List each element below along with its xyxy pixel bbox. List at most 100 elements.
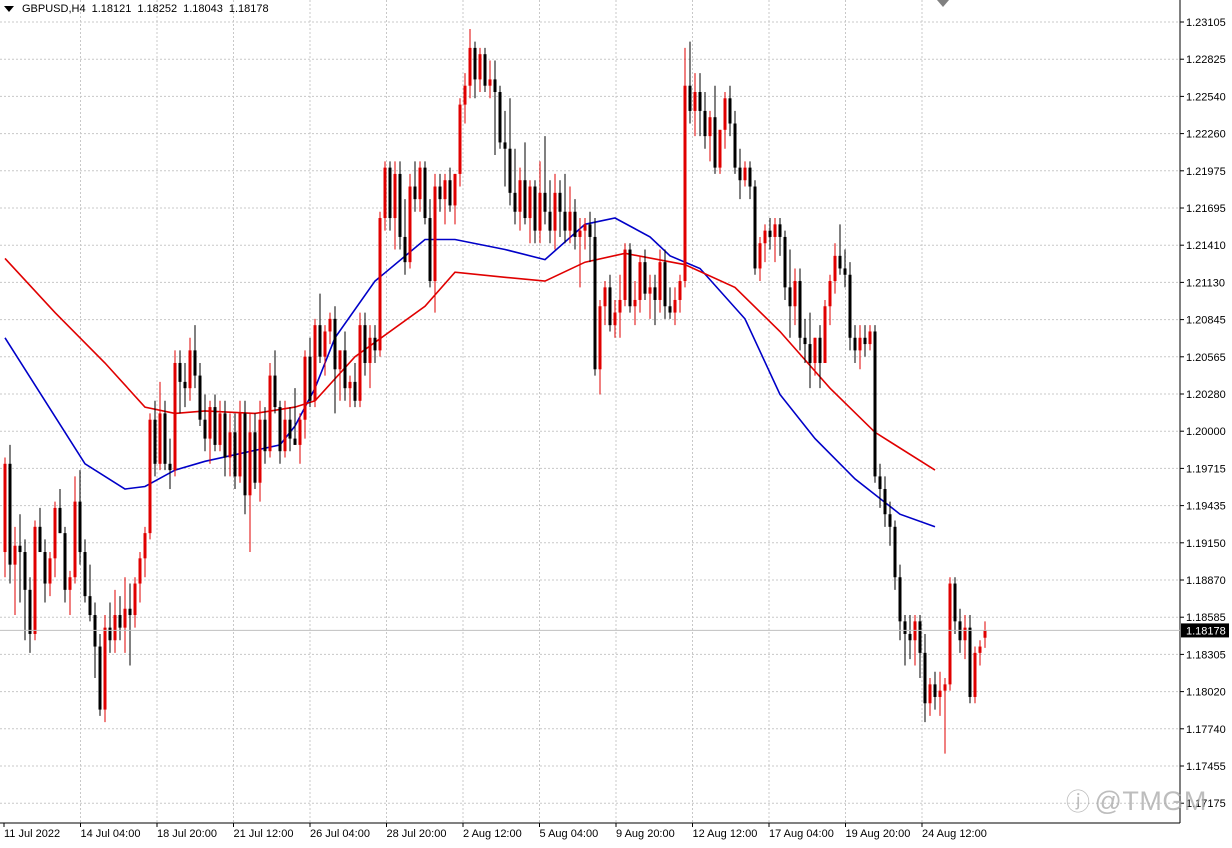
y-tick-label: 1.20280	[1186, 389, 1226, 401]
candle-body	[83, 552, 87, 597]
candle	[458, 98, 462, 187]
watermark-logo: ⓙ @TMGM	[1066, 786, 1207, 816]
candle-body	[878, 476, 882, 490]
candle-body	[53, 507, 57, 559]
candle-body	[163, 413, 167, 464]
x-tick-label: 5 Aug 04:00	[540, 828, 599, 840]
ohlc-close: 1.18178	[228, 3, 269, 15]
y-tick-label: 1.18020	[1186, 687, 1226, 699]
candle-body	[248, 432, 252, 496]
candle-body	[608, 287, 612, 326]
candle-body	[508, 148, 512, 193]
candle-body	[63, 533, 67, 590]
candle	[173, 350, 177, 477]
candle-body	[88, 596, 92, 616]
candle-body	[148, 419, 152, 534]
candle-body	[573, 211, 577, 237]
candle	[968, 615, 972, 704]
candle-body	[203, 419, 207, 439]
candle-body	[978, 646, 982, 653]
candle-body	[133, 583, 137, 616]
candle-body	[103, 627, 107, 710]
candle-body	[843, 268, 847, 275]
candle-body	[698, 92, 702, 111]
candle-body	[663, 262, 667, 307]
candle-body	[968, 627, 972, 697]
candle-body	[503, 142, 507, 149]
candle-body	[403, 236, 407, 263]
candle-body	[218, 413, 222, 445]
candle-body	[898, 577, 902, 622]
candle-body	[733, 123, 737, 168]
x-tick-label: 21 Jul 12:00	[234, 828, 294, 840]
candle	[33, 520, 37, 641]
candle-body	[258, 419, 262, 483]
ohlc-low: 1.18043	[183, 3, 223, 15]
candle-body	[338, 350, 342, 370]
candle-body	[313, 325, 317, 401]
candle-body	[703, 110, 707, 137]
candle-body	[193, 350, 197, 376]
candle-body	[478, 54, 482, 80]
candle-body	[283, 419, 287, 452]
candle-body	[853, 337, 857, 351]
candle-body	[293, 438, 297, 445]
candle-body	[408, 186, 412, 263]
candle-body	[433, 186, 437, 282]
candle-body	[443, 180, 447, 200]
candle-body	[43, 552, 47, 584]
candle-body	[828, 281, 832, 307]
candle-body	[713, 117, 717, 168]
candle-body	[723, 98, 727, 130]
candle-body	[448, 180, 452, 206]
candle-body	[963, 627, 967, 641]
candle-body	[498, 92, 502, 143]
y-tick-label: 1.20000	[1186, 426, 1226, 438]
chart-shift-marker-icon[interactable]	[937, 0, 949, 7]
candle-body	[668, 306, 672, 313]
candle-body	[363, 325, 367, 363]
candle-body	[368, 337, 372, 363]
candle	[408, 173, 412, 269]
x-tick-label: 26 Jul 04:00	[310, 828, 370, 840]
candle	[8, 444, 12, 584]
candle-body	[783, 236, 787, 288]
candle-body	[278, 407, 282, 452]
candle-body	[738, 167, 742, 181]
candle-body	[33, 526, 37, 634]
candle-body	[3, 463, 7, 553]
candle-body	[613, 312, 617, 326]
candle-body	[483, 54, 487, 86]
candle-body	[223, 413, 227, 458]
candle-body	[538, 192, 542, 231]
price-chart[interactable]: 1.23105 1.22825 1.22540 1.22260 1.21975 1.216…	[0, 0, 1232, 848]
y-tick-label: 1.21410	[1186, 240, 1226, 252]
symbol-dropdown-icon[interactable]	[4, 6, 14, 12]
candle-body	[318, 325, 322, 357]
candle-body	[773, 224, 777, 237]
y-tick-label: 1.19150	[1186, 538, 1226, 550]
candle-body	[563, 211, 567, 231]
candle	[848, 262, 852, 351]
y-tick-label: 1.19435	[1186, 501, 1226, 513]
candle	[823, 299, 827, 363]
candle	[718, 129, 722, 174]
candle-body	[178, 362, 182, 382]
candle	[948, 577, 952, 691]
candle-body	[598, 306, 602, 370]
candle-body	[893, 526, 897, 578]
candle	[313, 318, 317, 408]
candle-body	[973, 652, 977, 697]
candle-body	[213, 407, 217, 445]
y-tick-label: 1.22260	[1186, 129, 1226, 141]
candle-body	[18, 545, 22, 553]
candle-body	[578, 230, 582, 237]
candle-body	[188, 350, 192, 389]
candle-body	[98, 646, 102, 710]
y-tick-label: 1.22825	[1186, 54, 1226, 66]
candle-body	[333, 318, 337, 370]
candle-body	[593, 236, 597, 370]
candle-body	[798, 281, 802, 338]
y-tick-label: 1.21130	[1186, 277, 1225, 289]
y-tick-label: 1.22540	[1186, 91, 1226, 103]
